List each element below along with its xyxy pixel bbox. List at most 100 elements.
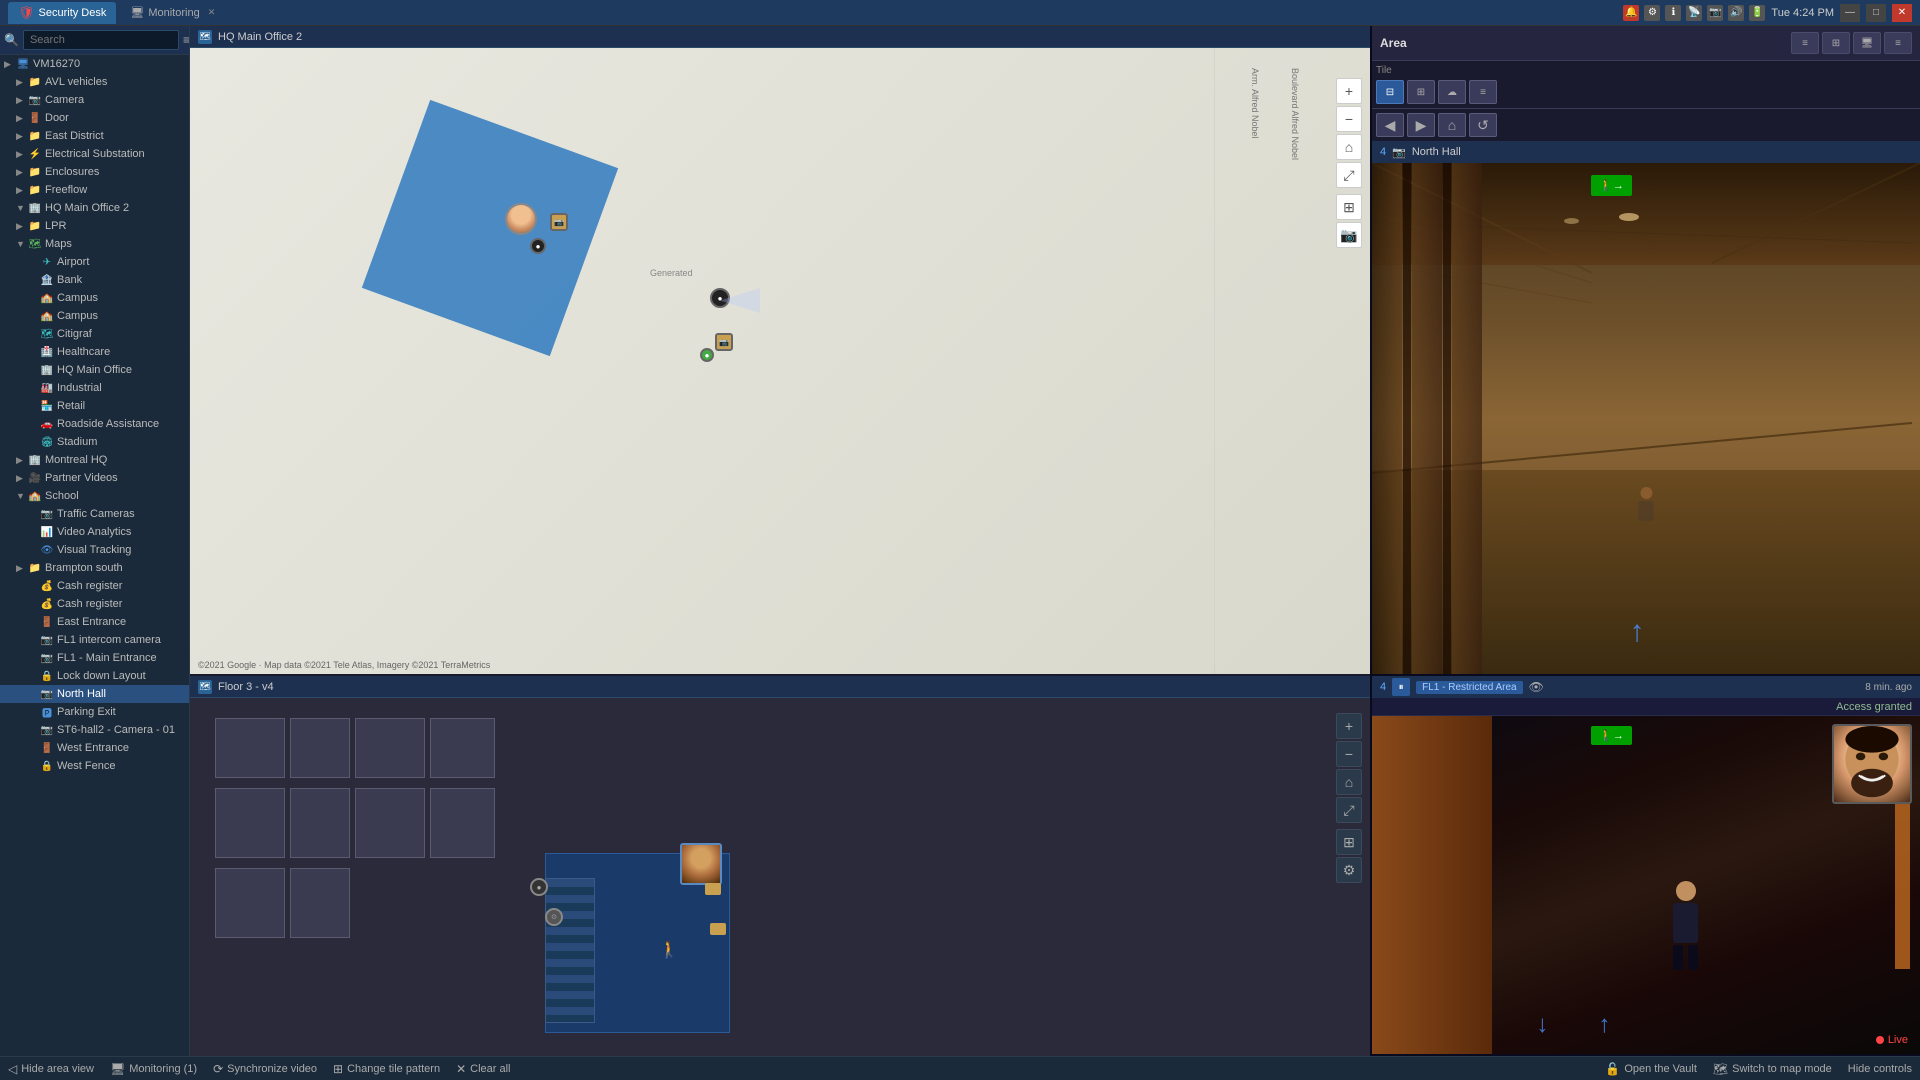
tree-item-hq-main[interactable]: 🏢 HQ Main Office [0,361,189,379]
tree-item-video-analytics[interactable]: 📊 Video Analytics [0,523,189,541]
alert-icon[interactable]: 🔔 [1623,5,1639,21]
floor-cam-1[interactable]: ● [530,878,548,896]
tree-item-visual-tracking[interactable]: 👁 Visual Tracking [0,541,189,559]
cam-marker-4[interactable]: 📷 [715,333,733,351]
tree-item-industrial[interactable]: 🏭 Industrial [0,379,189,397]
security-desk-tab[interactable]: 🛡 Security Desk [8,2,116,24]
floor-marker-1[interactable] [705,883,721,895]
monitor-view-btn[interactable]: 🖥 [1853,32,1881,54]
clear-all-btn[interactable]: ✕ Clear all [456,1062,510,1076]
search-input[interactable] [23,30,179,50]
tree-item-lockdown[interactable]: 🔒 Lock down Layout [0,667,189,685]
floor-person-marker[interactable] [680,843,722,885]
tree-item-west-entrance[interactable]: 🚪 West Entrance [0,739,189,757]
person-marker-1[interactable] [505,203,537,235]
tile-btn-3[interactable]: ☁ [1438,80,1466,104]
audio-icon[interactable]: 🔊 [1728,5,1744,21]
list-view-btn[interactable]: ≡ [1884,32,1912,54]
tile-view-btn[interactable]: ⊞ [1822,32,1850,54]
tree-item-st6[interactable]: 📷 ST6-hall2 - Camera - 01 [0,721,189,739]
tree-item-campus2[interactable]: 🏫 Campus [0,307,189,325]
tree-item-fl1-main[interactable]: 📷 FL1 - Main Entrance [0,649,189,667]
tree-item-retail[interactable]: 🏪 Retail [0,397,189,415]
next-btn[interactable]: ▶ [1407,113,1435,137]
floor-cam-2[interactable]: ⊙ [545,908,563,926]
prev-btn[interactable]: ◀ [1376,113,1404,137]
floor-zoom-in[interactable]: + [1336,713,1362,739]
tile-btn-1[interactable]: ⊟ [1376,80,1404,104]
floor-map[interactable]: ● 🚶 ⊙ [190,698,1370,1056]
tree-item-east-entrance[interactable]: 🚪 East Entrance [0,613,189,631]
monitoring-btn[interactable]: 🖥 Monitoring (1) [110,1062,197,1076]
tree-item-traffic-cameras[interactable]: 📷 Traffic Cameras [0,505,189,523]
tree-item-east-district[interactable]: ▶ 📁 East District [0,127,189,145]
tree-item-maps[interactable]: ▼ 🗺 Maps [0,235,189,253]
cam-marker-1[interactable]: 📷 [550,213,568,231]
camera-view-button[interactable]: 📷 [1336,222,1362,248]
tree-item-bank[interactable]: 🏦 Bank [0,271,189,289]
layer-button[interactable]: ⊞ [1336,194,1362,220]
grid-view-btn[interactable]: ≡ [1791,32,1819,54]
tree-item-school[interactable]: ▼ 🏫 School [0,487,189,505]
cam-marker-green[interactable]: ● [700,348,714,362]
battery-icon[interactable]: 🔋 [1749,5,1765,21]
tree-item-avl[interactable]: ▶ 📁 AVL vehicles [0,73,189,91]
floor-layer[interactable]: ⊞ [1336,829,1362,855]
tree-item-freeflow[interactable]: ▶ 📁 Freeflow [0,181,189,199]
close-button[interactable]: ✕ [1892,4,1912,22]
open-vault-btn[interactable]: 🔓 Open the Vault [1605,1062,1697,1076]
settings-icon[interactable]: ⚙ [1644,5,1660,21]
tree-item-brampton[interactable]: ▶ 📁 Brampton south [0,559,189,577]
floor-zoom-out[interactable]: − [1336,741,1362,767]
camera-sys-icon[interactable]: 📷 [1707,5,1723,21]
tree-item-door[interactable]: ▶ 🚪 Door [0,109,189,127]
cam-marker-2[interactable]: ● [530,238,546,254]
home-nav-btn[interactable]: ⌂ [1438,113,1466,137]
pause-button[interactable]: ⏸ [1392,678,1410,696]
tree-item-electrical[interactable]: ▶ ⚡ Electrical Substation [0,145,189,163]
top-map-area[interactable]: Boulevard Alfred Nobel Arm. Alfred Nobel… [190,48,1370,674]
tile-btn-4[interactable]: ≡ [1469,80,1497,104]
hide-controls-btn[interactable]: Hide controls [1848,1062,1912,1076]
switch-map-btn[interactable]: 🗺 Switch to map mode [1713,1062,1832,1076]
tree-item-parking[interactable]: 🅿 Parking Exit [0,703,189,721]
fullscreen-button[interactable]: ⤢ [1336,162,1362,188]
tree-item-fl1-intercom[interactable]: 📷 FL1 intercom camera [0,631,189,649]
floor-home[interactable]: ⌂ [1336,769,1362,795]
change-tile-btn[interactable]: ⊞ Change tile pattern [333,1062,440,1076]
tree-item-montreal[interactable]: ▶ 🏢 Montreal HQ [0,451,189,469]
home-button[interactable]: ⌂ [1336,134,1362,160]
filter-icon[interactable]: ≡ [183,33,190,47]
info-icon[interactable]: ℹ [1665,5,1681,21]
tree-item-campus1[interactable]: 🏫 Campus [0,289,189,307]
tree-item-stadium[interactable]: 🏟 Stadium [0,433,189,451]
tree-item-lpr[interactable]: ▶ 📁 LPR [0,217,189,235]
zoom-in-button[interactable]: + [1336,78,1362,104]
tree-item-cash2[interactable]: 💰 Cash register [0,595,189,613]
cam-marker-3[interactable]: ● [710,288,730,308]
tree-item-vm16270[interactable]: ▶ 🖥 VM16270 [0,55,189,73]
tree-item-citigraf[interactable]: 🗺 Citigraf [0,325,189,343]
hide-area-btn[interactable]: ◁ Hide area view [8,1062,94,1076]
tree-item-healthcare[interactable]: 🏥 Healthcare [0,343,189,361]
tree-item-hq-main-2[interactable]: ▼ 🏢 HQ Main Office 2 [0,199,189,217]
tree-item-enclosures[interactable]: ▶ 📁 Enclosures [0,163,189,181]
network-icon[interactable]: 📡 [1686,5,1702,21]
close-tab-icon[interactable]: ✕ [208,7,216,18]
sync-video-btn[interactable]: ⟳ Synchronize video [213,1062,317,1076]
tree-item-partner[interactable]: ▶ 🎥 Partner Videos [0,469,189,487]
refresh-btn[interactable]: ↺ [1469,113,1497,137]
tree-item-west-fence[interactable]: 🔒 West Fence [0,757,189,775]
floor-settings[interactable]: ⚙ [1336,857,1362,883]
tree-item-airport[interactable]: ✈ Airport [0,253,189,271]
minimize-button[interactable]: — [1840,4,1860,22]
tree-item-cash1[interactable]: 💰 Cash register [0,577,189,595]
zoom-out-button[interactable]: − [1336,106,1362,132]
tile-btn-2[interactable]: ⊞ [1407,80,1435,104]
maximize-button[interactable]: □ [1866,4,1886,22]
monitoring-tab[interactable]: 🖥 Monitoring ✕ [120,2,225,24]
tree-item-north-hall[interactable]: 📷 North Hall [0,685,189,703]
tree-item-camera[interactable]: ▶ 📷 Camera [0,91,189,109]
floor-fullscreen[interactable]: ⤢ [1336,797,1362,823]
floor-marker-2[interactable] [710,923,726,935]
